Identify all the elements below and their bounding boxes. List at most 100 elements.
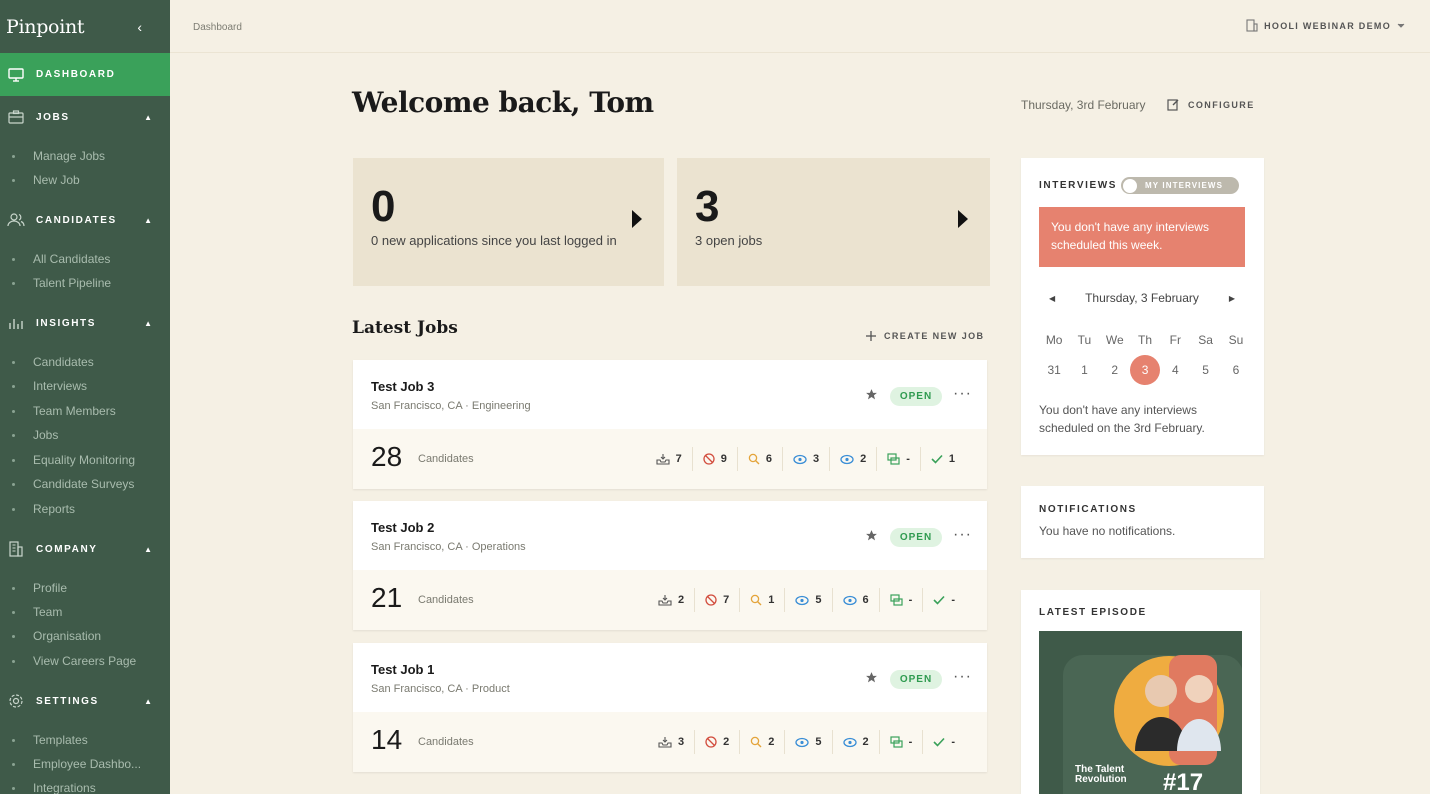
offer-icon [890, 736, 903, 748]
metric-interview-2[interactable]: 2 [829, 447, 876, 471]
sidebar-item-interviews[interactable]: Interviews [0, 376, 170, 396]
sidebar-section-company[interactable]: COMPANY ▲ [0, 539, 170, 559]
calendar-day-selected[interactable]: 3 [1129, 355, 1161, 385]
magnifier-icon [748, 453, 760, 465]
metric-value: - [908, 594, 913, 606]
plus-icon [866, 331, 876, 341]
stat-value: 0 [371, 182, 396, 231]
star-icon[interactable] [865, 529, 878, 542]
sidebar-item-organisation[interactable]: Organisation [0, 626, 170, 646]
caret-up-icon: ▲ [144, 696, 152, 706]
job-card[interactable]: Test Job 1 San Francisco, CA · Product O… [353, 643, 987, 772]
sidebar-item-all-candidates[interactable]: All Candidates [0, 249, 170, 269]
sidebar-item-reports[interactable]: Reports [0, 499, 170, 519]
weekday-label: We [1105, 333, 1124, 347]
job-title[interactable]: Test Job 1 [371, 662, 434, 677]
sidebar-item-label: Interviews [33, 379, 88, 393]
interview-icon [840, 454, 854, 464]
more-options-icon[interactable]: ··· [953, 385, 972, 403]
create-new-job-button[interactable]: CREATE NEW JOB [866, 331, 984, 341]
metric-inbox[interactable]: 2 [648, 588, 694, 612]
calendar-day[interactable]: 2 [1100, 360, 1130, 380]
metric-interview-2[interactable]: 6 [831, 588, 879, 612]
sidebar-item-team[interactable]: Team [0, 602, 170, 622]
sidebar-item-insights-candidates[interactable]: Candidates [0, 352, 170, 372]
sidebar-item-insights-jobs[interactable]: Jobs [0, 425, 170, 445]
sidebar-item-view-careers-page[interactable]: View Careers Page [0, 651, 170, 671]
star-icon[interactable] [865, 388, 878, 401]
sidebar-section-settings[interactable]: SETTINGS ▲ [0, 691, 170, 711]
interview-icon [795, 737, 810, 747]
job-title[interactable]: Test Job 2 [371, 520, 434, 535]
sidebar-item-manage-jobs[interactable]: Manage Jobs [0, 146, 170, 166]
sidebar-item-integrations[interactable]: Integrations [0, 778, 170, 794]
sidebar-item-candidate-surveys[interactable]: Candidate Surveys [0, 474, 170, 494]
metric-rejected[interactable]: 9 [691, 447, 737, 471]
stage-metrics: 3 2 2 5 2 - - [648, 730, 965, 754]
inbox-icon [658, 595, 672, 606]
open-jobs-card[interactable]: 3 3 open jobs [677, 158, 990, 286]
metric-value: 3 [812, 453, 820, 465]
metric-offer[interactable]: - [876, 447, 920, 471]
metric-screening[interactable]: 6 [736, 447, 782, 471]
sidebar-item-employee-dashboard[interactable]: Employee Dashbo... [0, 754, 170, 774]
organisation-switcher[interactable]: HOOLI WEBINAR DEMO [1246, 19, 1405, 32]
more-options-icon[interactable]: ··· [953, 668, 972, 686]
configure-button[interactable]: CONFIGURE [1167, 98, 1255, 111]
metric-interview-1[interactable]: 3 [781, 447, 829, 471]
breadcrumb[interactable]: Dashboard [193, 22, 242, 33]
sidebar-section-candidates[interactable]: CANDIDATES ▲ [0, 210, 170, 230]
calendar-day[interactable]: 5 [1190, 360, 1220, 380]
metric-interview-2[interactable]: 2 [831, 730, 879, 754]
sidebar-item-templates[interactable]: Templates [0, 730, 170, 750]
calendar-day[interactable]: 1 [1069, 360, 1099, 380]
metric-value: - [906, 453, 910, 465]
more-options-icon[interactable]: ··· [953, 526, 972, 544]
metric-hired[interactable]: - [922, 588, 965, 612]
next-day-icon[interactable]: ▶ [1219, 294, 1245, 303]
sidebar-item-dashboard[interactable]: DASHBOARD [0, 53, 170, 96]
notifications-heading: NOTIFICATIONS [1039, 504, 1137, 515]
metric-interview-1[interactable]: 5 [784, 588, 831, 612]
sidebar-section-insights[interactable]: INSIGHTS ▲ [0, 313, 170, 333]
collapse-sidebar-icon[interactable]: ‹ [137, 19, 142, 35]
bullet-icon [12, 281, 15, 285]
metric-rejected[interactable]: 2 [694, 730, 739, 754]
sidebar-section-label: COMPANY [36, 543, 98, 555]
candidate-count: 21 [371, 582, 403, 613]
new-applications-card[interactable]: 0 0 new applications since you last logg… [353, 158, 664, 286]
calendar-day-number: 3 [1141, 363, 1149, 377]
metric-screening[interactable]: 1 [739, 588, 784, 612]
metric-interview-1[interactable]: 5 [784, 730, 831, 754]
my-interviews-toggle[interactable]: MY INTERVIEWS [1121, 177, 1239, 194]
episode-artwork[interactable]: The Talent Revolution #17 [1039, 631, 1242, 794]
bullet-icon [12, 178, 15, 182]
sidebar-item-team-members[interactable]: Team Members [0, 401, 170, 421]
prev-day-icon[interactable]: ◀ [1039, 294, 1065, 303]
calendar-day[interactable]: 6 [1221, 360, 1251, 380]
sidebar-item-equality-monitoring[interactable]: Equality Monitoring [0, 450, 170, 470]
metric-hired[interactable]: 1 [919, 447, 965, 471]
calendar-day[interactable]: 31 [1039, 360, 1069, 380]
job-card[interactable]: Test Job 3 San Francisco, CA · Engineeri… [353, 360, 987, 489]
metric-rejected[interactable]: 7 [694, 588, 739, 612]
sidebar-section-jobs[interactable]: JOBS ▲ [0, 107, 170, 127]
sidebar-section-label: INSIGHTS [36, 317, 97, 329]
sidebar-item-profile[interactable]: Profile [0, 578, 170, 598]
calendar-day[interactable]: 4 [1160, 360, 1190, 380]
metric-hired[interactable]: - [922, 730, 965, 754]
metric-offer[interactable]: - [878, 730, 923, 754]
metric-offer[interactable]: - [878, 588, 923, 612]
metric-inbox[interactable]: 7 [646, 447, 692, 471]
metric-inbox[interactable]: 3 [648, 730, 694, 754]
sidebar-item-talent-pipeline[interactable]: Talent Pipeline [0, 273, 170, 293]
job-title[interactable]: Test Job 3 [371, 379, 434, 394]
metric-screening[interactable]: 2 [739, 730, 784, 754]
job-card[interactable]: Test Job 2 San Francisco, CA · Operation… [353, 501, 987, 630]
sidebar-item-new-job[interactable]: New Job [0, 170, 170, 190]
toggle-label: MY INTERVIEWS [1145, 181, 1224, 190]
bullet-icon [12, 634, 15, 638]
notifications-panel: NOTIFICATIONS You have no notifications. [1021, 486, 1264, 558]
stat-label: 0 new applications since you last logged… [371, 233, 617, 248]
star-icon[interactable] [865, 671, 878, 684]
